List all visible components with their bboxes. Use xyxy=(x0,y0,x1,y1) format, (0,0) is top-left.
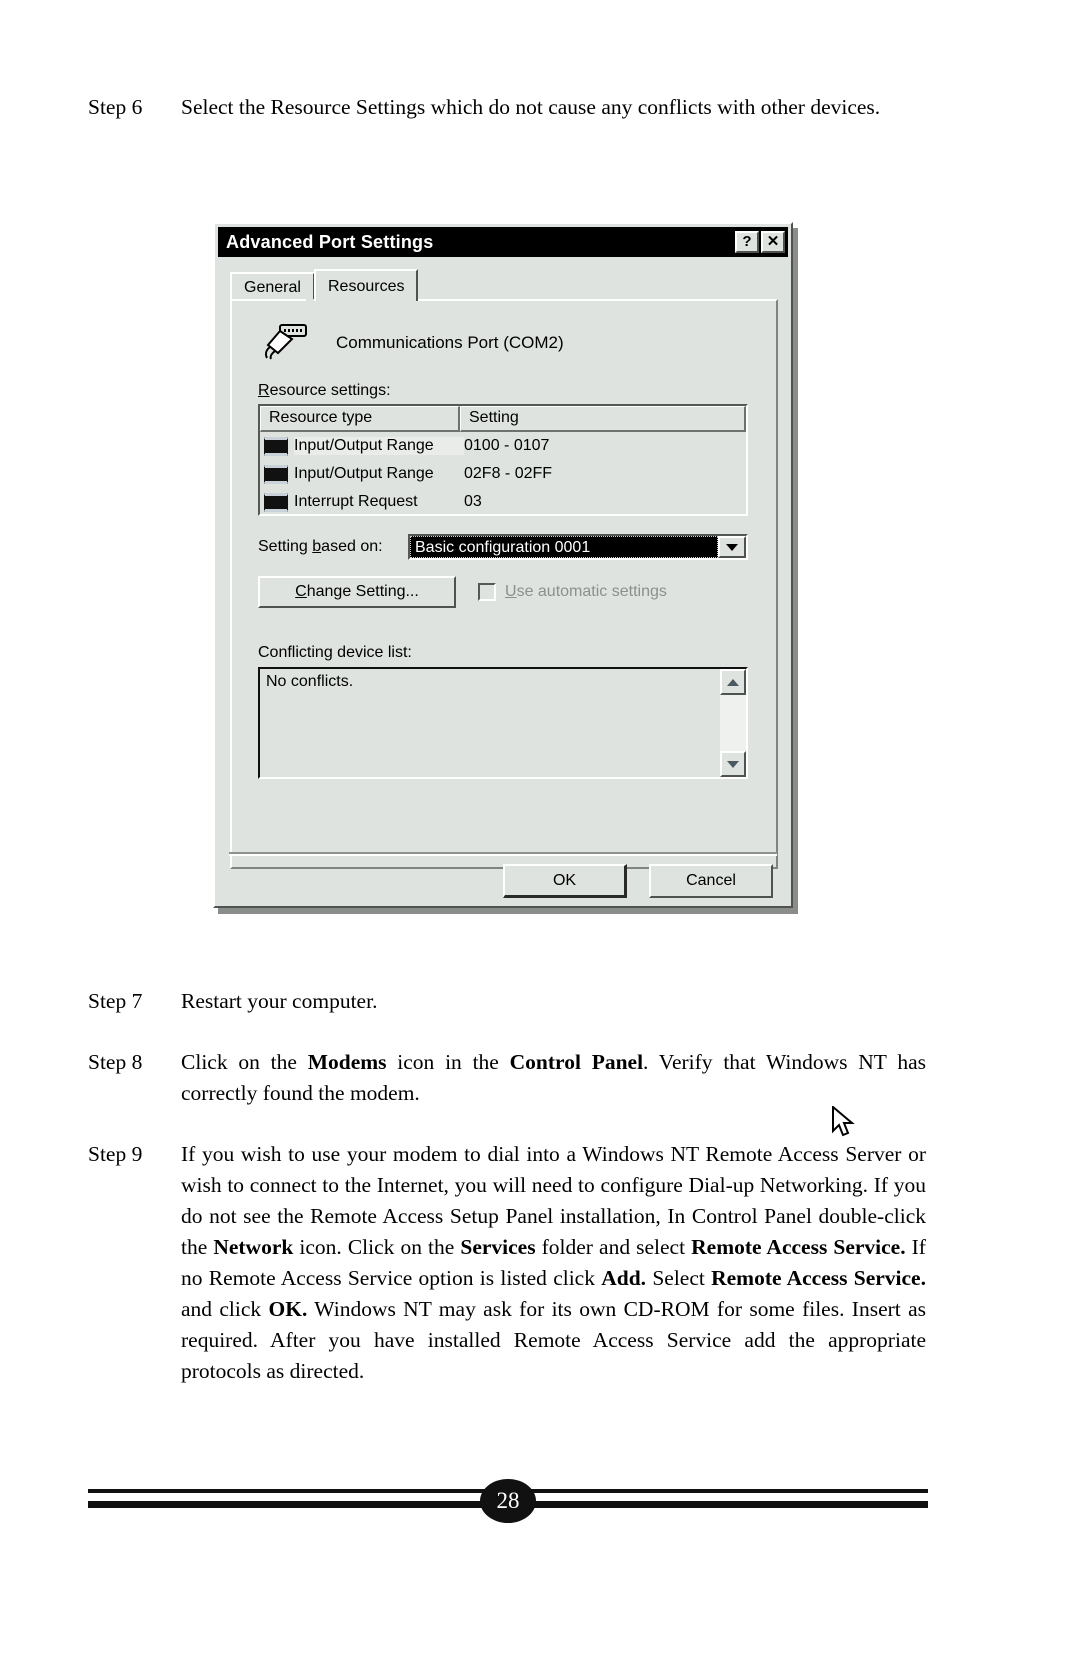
resource-settings-label: Resource settings: xyxy=(258,382,391,399)
step-8: Step 8 Click on the Modems icon in the C… xyxy=(88,1047,926,1109)
scroll-down-icon[interactable] xyxy=(720,751,746,777)
use-automatic-settings-checkbox-group[interactable]: Use automatic settings xyxy=(478,583,667,601)
page-number: 28 xyxy=(480,1479,536,1523)
dialog-tabstrip: General Resources xyxy=(230,269,788,301)
serial-port-icon xyxy=(260,319,314,366)
vertical-scrollbar[interactable] xyxy=(720,669,746,777)
chip-icon xyxy=(264,492,288,512)
help-icon[interactable]: ? xyxy=(735,231,759,253)
step-7-label: Step 7 xyxy=(88,989,143,1013)
cell-setting: 03 xyxy=(464,493,482,510)
use-automatic-settings-checkbox[interactable] xyxy=(478,583,496,601)
cell-setting: 02F8 - 02FF xyxy=(464,465,553,482)
scroll-up-icon[interactable] xyxy=(720,669,746,695)
scrollbar-track[interactable] xyxy=(720,695,746,751)
close-icon[interactable]: ✕ xyxy=(761,231,785,253)
tab-general[interactable]: General xyxy=(230,272,315,299)
step-6-label: Step 6 xyxy=(88,95,143,119)
step-8-label: Step 8 xyxy=(88,1050,143,1074)
step-7: Step 7 Restart your computer. xyxy=(88,986,926,1017)
setting-based-on-select[interactable]: Basic configuration 0001 xyxy=(408,534,748,560)
dialog-separator xyxy=(229,852,777,856)
cell-resource-type: Interrupt Request xyxy=(294,493,418,510)
setting-based-on-label: Setting based on: xyxy=(258,538,383,555)
cell-resource-type: Input/Output Range xyxy=(294,465,434,482)
conflict-list-label: Conflicting device list: xyxy=(258,644,412,661)
chip-icon xyxy=(264,436,288,456)
cancel-button[interactable]: Cancel xyxy=(649,864,773,898)
column-header-resource-type[interactable]: Resource type xyxy=(260,406,460,432)
use-automatic-settings-label: Use automatic settings xyxy=(505,583,667,600)
step-9-label: Step 9 xyxy=(88,1142,143,1166)
cell-setting: 0100 - 0107 xyxy=(464,437,550,454)
step-6: Step 6 Select the Resource Settings whic… xyxy=(88,92,926,123)
setting-based-on-row: Setting based on: Basic configuration 00… xyxy=(232,516,776,560)
table-row[interactable]: Input/Output Range 0100 - 0107 xyxy=(260,432,746,460)
chip-icon xyxy=(264,464,288,484)
column-header-setting[interactable]: Setting xyxy=(460,406,746,432)
chevron-down-icon[interactable] xyxy=(718,536,746,558)
ok-button[interactable]: OK xyxy=(503,864,627,898)
step-9: Step 9 If you wish to use your modem to … xyxy=(88,1139,926,1387)
table-row[interactable]: Interrupt Request 03 xyxy=(260,488,746,516)
dialog-footer: OK Cancel xyxy=(215,864,793,898)
dialog-titlebar[interactable]: Advanced Port Settings ? ✕ xyxy=(218,227,788,257)
document-page: Step 6 Select the Resource Settings whic… xyxy=(0,0,1080,1669)
cell-resource-type: Input/Output Range xyxy=(294,437,464,455)
step-7-text: Restart your computer. xyxy=(181,989,378,1013)
table-row[interactable]: Input/Output Range 02F8 - 02FF xyxy=(260,460,746,488)
device-row: Communications Port (COM2) xyxy=(232,301,776,366)
change-setting-row: Change Setting... Use automatic settings xyxy=(232,560,776,608)
page-footer: 28 xyxy=(88,1479,928,1529)
conflicting-device-list[interactable]: No conflicts. xyxy=(258,667,748,779)
step-9-text: If you wish to use your modem to dial in… xyxy=(181,1142,927,1383)
resource-settings-table[interactable]: Resource type Setting Input/Output Range… xyxy=(258,404,748,516)
conflict-list-text: No conflicts. xyxy=(266,673,354,690)
mouse-cursor-icon xyxy=(831,1104,857,1140)
tab-panel-resources: Communications Port (COM2) Resource sett… xyxy=(230,299,778,869)
table-header-row: Resource type Setting xyxy=(260,406,746,432)
advanced-port-settings-dialog[interactable]: Advanced Port Settings ? ✕ General Resou… xyxy=(213,222,855,1137)
step-6-text: Select the Resource Settings which do no… xyxy=(181,95,881,119)
step-8-text: Click on the Modems icon in the Control … xyxy=(181,1050,926,1105)
device-name: Communications Port (COM2) xyxy=(336,332,564,352)
setting-based-on-value: Basic configuration 0001 xyxy=(410,536,718,558)
dialog-window: Advanced Port Settings ? ✕ General Resou… xyxy=(213,222,855,1137)
dialog-title: Advanced Port Settings xyxy=(226,231,434,252)
tab-resources[interactable]: Resources xyxy=(314,269,419,301)
change-setting-button[interactable]: Change Setting... xyxy=(258,576,456,608)
